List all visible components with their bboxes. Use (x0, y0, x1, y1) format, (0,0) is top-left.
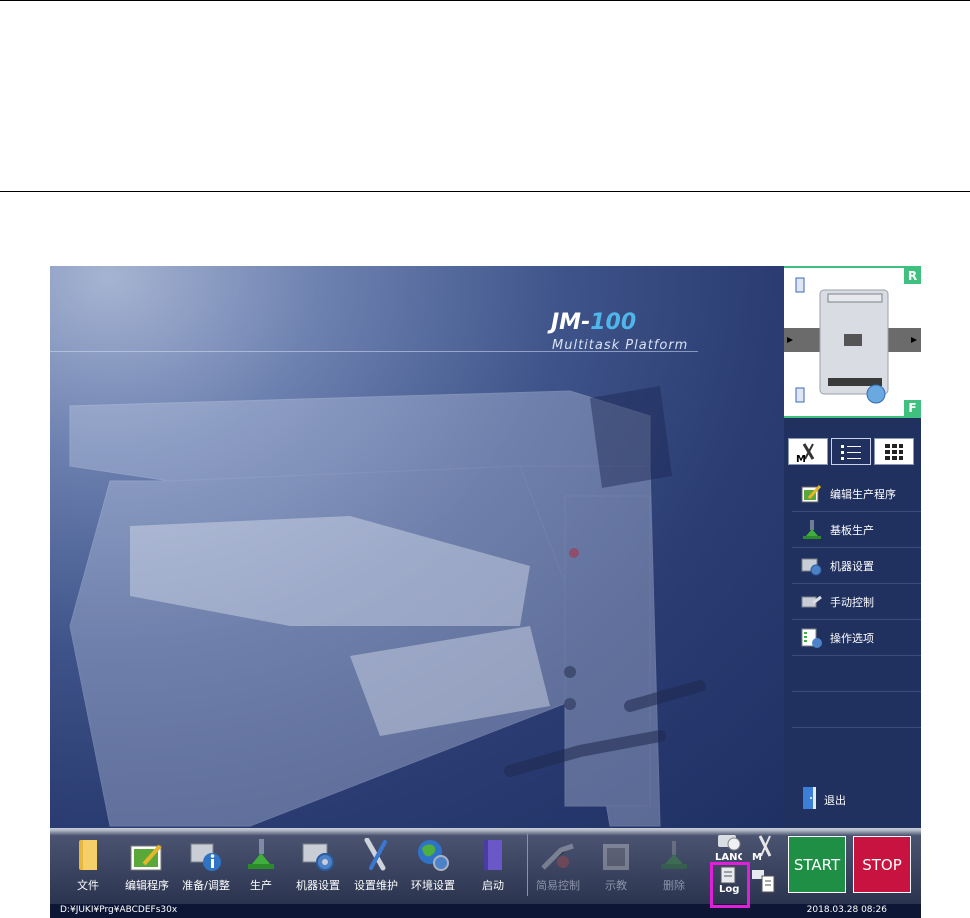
start-button[interactable]: START (788, 836, 846, 893)
machine-top-view-diagram (784, 266, 921, 418)
manual-control-icon (800, 590, 824, 614)
divider-rule (0, 191, 970, 192)
operation-options-icon (800, 626, 824, 650)
exit-label: 退出 (824, 794, 846, 807)
menu-item-manual-control[interactable]: 手动控制 (792, 584, 921, 620)
menu-item-empty[interactable] (792, 656, 921, 692)
tab-manual[interactable]: M (788, 438, 828, 465)
edit-program-icon (800, 482, 824, 506)
machine-status-view[interactable]: R F (784, 266, 921, 418)
list-view-icon (841, 444, 861, 460)
menu-item-label: 机器设置 (830, 559, 874, 573)
teach-button[interactable]: 示教 (588, 836, 644, 898)
production-label: 生产 (250, 879, 272, 892)
log-icon: Log (719, 866, 739, 894)
maintenance-icon (359, 836, 393, 872)
prepare-adjust-button[interactable]: 准备/调整 (178, 836, 234, 898)
language-icon: LANG (715, 835, 742, 862)
board-production-icon (800, 518, 824, 542)
manual-wrench-icon: M (796, 442, 815, 463)
environment-settings-button[interactable]: 环境设置 (405, 836, 461, 898)
menu-item-label: 手动控制 (830, 595, 874, 609)
simple-control-label: 简易控制 (536, 879, 580, 892)
stop-button[interactable]: STOP (853, 836, 911, 893)
application-screen: JM-100 Multitask Platform R F M 编辑生产程序 基… (50, 266, 921, 918)
exit-door-icon (800, 786, 818, 814)
grid-view-icon (885, 443, 903, 460)
delete-icon (657, 836, 691, 872)
menu-item-label: 操作选项 (830, 631, 874, 645)
maintenance-button[interactable]: 设置维护 (348, 836, 404, 898)
manual-mode-label: M (752, 852, 762, 862)
manual-wrench-icon: M (752, 835, 772, 862)
transfer-button[interactable] (750, 866, 778, 894)
machine-settings-icon (301, 836, 335, 872)
production-button[interactable]: 生产 (233, 836, 289, 898)
prepare-adjust-label: 准备/调整 (182, 879, 230, 892)
side-menu: 编辑生产程序 基板生产 机器设置 手动控制 操作选项 (784, 476, 921, 728)
menu-item-edit-program[interactable]: 编辑生产程序 (792, 476, 921, 512)
maintenance-label: 设置维护 (354, 879, 398, 892)
machine-settings-button[interactable]: 机器设置 (290, 836, 346, 898)
top-rule (0, 0, 970, 1)
front-badge: F (904, 400, 921, 416)
language-button[interactable]: LANG (714, 834, 742, 862)
simple-control-button[interactable]: 简易控制 (530, 836, 586, 898)
rear-badge: R (904, 268, 921, 284)
file-transfer-icon (752, 870, 775, 893)
file-label: 文件 (77, 879, 99, 892)
menu-item-machine-settings[interactable]: 机器设置 (792, 548, 921, 584)
brand-title: JM-100 (551, 310, 637, 335)
tab-manual-label: M (796, 454, 806, 463)
environment-settings-label: 环境设置 (411, 879, 455, 892)
delete-button[interactable]: 删除 (646, 836, 702, 898)
log-button[interactable]: Log (714, 866, 742, 894)
right-panel: R F M 编辑生产程序 基板生产 机器设置 手动控制 操作选项 退出 (784, 266, 921, 828)
edit-program-label: 编辑程序 (125, 879, 169, 892)
startup-button[interactable]: 启动 (465, 836, 521, 898)
edit-program-icon (130, 836, 164, 872)
program-path: D:¥JUKI¥Prg¥ABCDEFs30x (60, 905, 178, 915)
teach-label: 示教 (605, 879, 627, 892)
production-icon (244, 836, 278, 872)
menu-item-label: 基板生产 (830, 523, 874, 537)
startup-label: 启动 (482, 879, 504, 892)
brand-subtitle: Multitask Platform (552, 338, 689, 353)
file-button[interactable]: 文件 (60, 836, 116, 898)
datetime: 2018.03.28 08:26 (806, 905, 887, 915)
exit-button[interactable]: 退出 (800, 786, 846, 814)
tab-grid-view[interactable] (874, 438, 914, 465)
environment-globe-icon (416, 836, 450, 872)
tab-list-view[interactable] (831, 438, 871, 465)
manual-mode-button[interactable]: M (750, 834, 778, 862)
folder-icon (71, 836, 105, 872)
menu-item-empty[interactable] (792, 692, 921, 728)
menu-item-label: 编辑生产程序 (830, 487, 896, 501)
language-label: LANG (715, 852, 742, 862)
toolbar-separator (527, 834, 528, 896)
book-icon (476, 836, 510, 872)
delete-label: 删除 (663, 879, 685, 892)
prepare-adjust-icon (189, 836, 223, 872)
main-display: JM-100 Multitask Platform (50, 266, 784, 828)
status-bar: D:¥JUKI¥Prg¥ABCDEFs30x 2018.03.28 08:26 (50, 904, 921, 918)
log-label: Log (719, 884, 739, 894)
machine-settings-label: 机器设置 (296, 879, 340, 892)
bottom-toolbar: 文件 编辑程序 准备/调整 生产 机器设置 设置维护 环境设置 启动 简易控制 … (50, 828, 921, 904)
menu-item-board-production[interactable]: 基板生产 (792, 512, 921, 548)
machine-settings-icon (800, 554, 824, 578)
teach-icon (599, 836, 633, 872)
edit-program-button[interactable]: 编辑程序 (119, 836, 175, 898)
simple-control-icon (541, 836, 575, 872)
menu-item-operation-options[interactable]: 操作选项 (792, 620, 921, 656)
